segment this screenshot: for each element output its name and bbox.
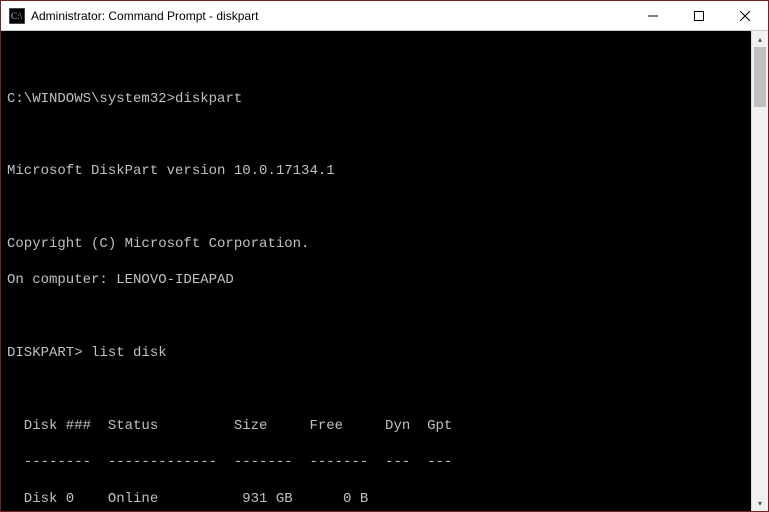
terminal-line	[7, 308, 745, 326]
version-text: Microsoft DiskPart version 10.0.17134.1	[7, 162, 745, 180]
scroll-up-arrow[interactable]: ▴	[752, 31, 768, 47]
copyright-text: Copyright (C) Microsoft Corporation.	[7, 235, 745, 253]
vertical-scrollbar[interactable]: ▴ ▾	[751, 31, 768, 511]
cmd-input: diskpart	[175, 91, 242, 107]
scrollbar-thumb[interactable]	[754, 47, 766, 107]
app-window: C:\ Administrator: Command Prompt - disk…	[0, 0, 769, 512]
terminal-line	[7, 381, 745, 399]
table-divider: -------- ------------- ------- ------- -…	[7, 453, 745, 471]
diskpart-prompt: DISKPART>	[7, 345, 83, 361]
window-title: Administrator: Command Prompt - diskpart	[31, 9, 630, 23]
computer-text: On computer: LENOVO-IDEAPAD	[7, 271, 745, 289]
terminal-output[interactable]: C:\WINDOWS\system32>diskpart Microsoft D…	[1, 31, 751, 511]
cmd-input: list disk	[91, 345, 167, 361]
terminal-line: C:\WINDOWS\system32>diskpart	[7, 90, 745, 108]
cmd-icon: C:\	[9, 8, 25, 24]
close-button[interactable]	[722, 1, 768, 30]
window-controls	[630, 1, 768, 30]
terminal-line	[7, 199, 745, 217]
cmd-prompt: C:\WINDOWS\system32>	[7, 91, 175, 107]
scroll-down-arrow[interactable]: ▾	[752, 495, 768, 511]
svg-text:C:\: C:\	[11, 11, 23, 21]
terminal-line	[7, 53, 745, 71]
terminal-line: DISKPART> list disk	[7, 344, 745, 362]
content-area: C:\WINDOWS\system32>diskpart Microsoft D…	[1, 31, 768, 511]
maximize-button[interactable]	[676, 1, 722, 30]
terminal-line	[7, 126, 745, 144]
minimize-button[interactable]	[630, 1, 676, 30]
titlebar[interactable]: C:\ Administrator: Command Prompt - disk…	[1, 1, 768, 31]
table-header: Disk ### Status Size Free Dyn Gpt	[7, 417, 745, 435]
table-row: Disk 0 Online 931 GB 0 B	[7, 490, 745, 508]
